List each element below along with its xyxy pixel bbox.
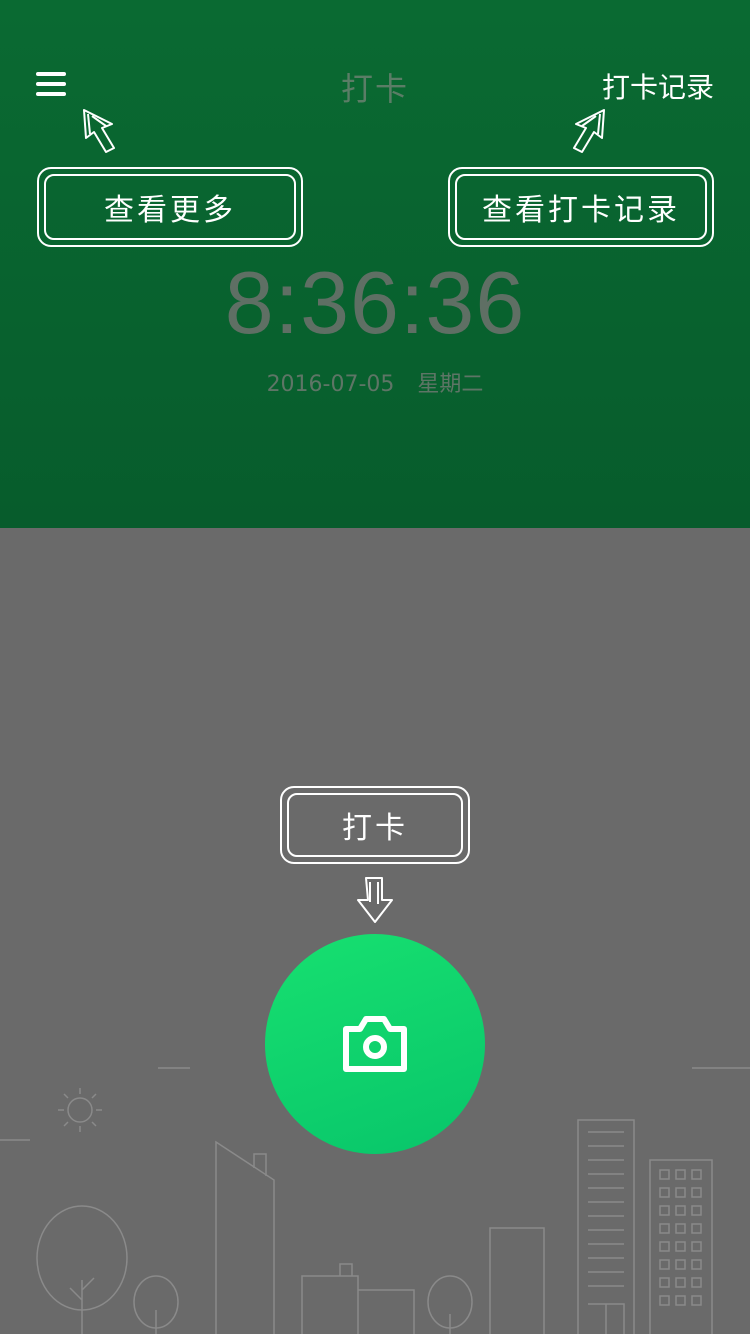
sun-icon: [58, 1088, 102, 1132]
hint-arrow-icon: [357, 877, 393, 923]
hint-view-more: 查看更多: [37, 167, 303, 247]
header-panel: 打卡 打卡记录 查看更多 查看打卡记录 8:36:36 2016-07-05 星…: [0, 0, 750, 528]
date-text: 2016-07-05: [266, 372, 395, 397]
weekday-text: 星期二: [417, 372, 484, 397]
hint-punch: 打卡: [280, 786, 470, 864]
punch-records-link[interactable]: 打卡记录: [602, 66, 714, 106]
camera-icon: [343, 1016, 407, 1072]
clock-time: 8:36:36: [224, 253, 526, 352]
hint-view-records: 查看打卡记录: [448, 167, 714, 247]
hint-arrow-icon: [573, 109, 605, 153]
punch-camera-button[interactable]: [265, 934, 485, 1154]
date-line: 2016-07-05 星期二: [0, 366, 750, 398]
punch-screen: 打卡 打卡记录 查看更多 查看打卡记录 8:36:36 2016-07-05 星…: [0, 0, 750, 1334]
hint-arrow-icon: [83, 109, 115, 153]
